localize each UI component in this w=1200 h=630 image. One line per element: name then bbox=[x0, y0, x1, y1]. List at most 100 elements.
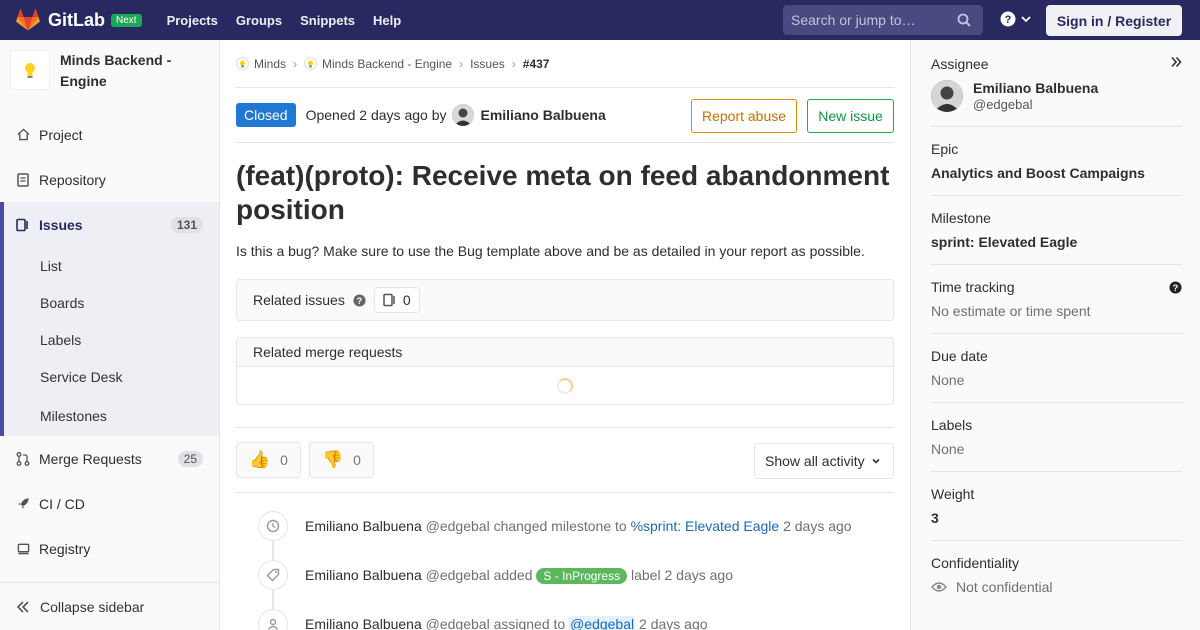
gitlab-logo[interactable]: GitLab Next bbox=[16, 9, 142, 31]
user-mention[interactable]: @edgebal bbox=[569, 615, 636, 630]
time-tracking-value: No estimate or time spent bbox=[931, 303, 1091, 319]
project-header[interactable]: Minds Backend - Engine bbox=[0, 40, 219, 112]
search-input[interactable] bbox=[791, 12, 951, 28]
milestone-value[interactable]: sprint: Elevated Eagle bbox=[931, 234, 1182, 250]
breadcrumb-group[interactable]: Minds bbox=[254, 57, 286, 71]
breadcrumb-issues[interactable]: Issues bbox=[470, 57, 505, 71]
clock-icon bbox=[258, 510, 288, 541]
help-dropdown[interactable]: ? bbox=[1000, 11, 1032, 27]
note-milestone-link[interactable]: %sprint: Elevated Eagle bbox=[631, 518, 780, 534]
assignee-label: Assignee bbox=[931, 56, 989, 72]
author-avatar[interactable] bbox=[452, 104, 475, 126]
assignee-user[interactable]: Emiliano Balbuena @edgebal bbox=[931, 80, 1182, 112]
collapse-sidebar-button[interactable]: Collapse sidebar bbox=[0, 582, 219, 630]
sidebar-item-merge-requests[interactable]: Merge Requests 25 bbox=[0, 436, 219, 481]
confidentiality-value: Not confidential bbox=[956, 579, 1053, 595]
epic-label: Epic bbox=[931, 141, 959, 157]
project-name: Minds Backend - Engine bbox=[60, 52, 172, 89]
note-author[interactable]: Emiliano Balbuena bbox=[305, 518, 422, 534]
opened-text: Opened 2 days ago by bbox=[305, 107, 447, 123]
due-date-value: None bbox=[931, 372, 965, 388]
sidebar-subitem-milestones[interactable]: Milestones bbox=[4, 395, 219, 436]
sidebar-item-label: Repository bbox=[39, 171, 106, 188]
logo-text: GitLab bbox=[48, 9, 105, 30]
breadcrumb-separator: › bbox=[459, 56, 464, 71]
tag-icon bbox=[258, 559, 288, 590]
question-circle-icon[interactable]: ? bbox=[353, 293, 366, 307]
sidebar-subitem-boards[interactable]: Boards bbox=[4, 284, 219, 321]
sidebar-item-label: Registry bbox=[39, 540, 91, 557]
epic-block: Epic Analytics and Boost Campaigns bbox=[931, 127, 1182, 196]
home-icon bbox=[16, 128, 30, 142]
related-mr-body bbox=[237, 367, 893, 404]
sidebar-item-issues[interactable]: Issues 131 bbox=[4, 202, 219, 247]
related-mr-header: Related merge requests bbox=[237, 338, 893, 367]
note-handle[interactable]: @edgebal bbox=[426, 616, 490, 630]
confidentiality-value-row: Not confidential bbox=[931, 579, 1182, 595]
loading-spinner-icon bbox=[557, 377, 573, 394]
milestone-block: Milestone sprint: Elevated Eagle bbox=[931, 196, 1182, 265]
breadcrumb-current[interactable]: #437 bbox=[523, 57, 550, 71]
note-time: 2 days ago bbox=[664, 566, 733, 583]
sidebar-item-repository[interactable]: Repository bbox=[0, 157, 219, 202]
related-issues-label: Related issues bbox=[253, 292, 345, 308]
report-abuse-button[interactable]: Report abuse bbox=[691, 99, 797, 133]
breadcrumb-project[interactable]: Minds Backend - Engine bbox=[322, 57, 452, 71]
question-circle-icon: ? bbox=[1000, 11, 1016, 27]
new-issue-button[interactable]: New issue bbox=[807, 99, 894, 133]
issues-icon bbox=[383, 293, 395, 307]
search-icon bbox=[957, 13, 971, 27]
group-avatar-icon bbox=[236, 57, 249, 70]
note-time: 2 days ago bbox=[639, 615, 708, 630]
epic-value[interactable]: Analytics and Boost Campaigns bbox=[931, 165, 1182, 181]
collapse-sidebar-label: Collapse sidebar bbox=[40, 598, 145, 615]
search-box[interactable] bbox=[783, 5, 983, 35]
note-author[interactable]: Emiliano Balbuena bbox=[305, 567, 422, 583]
label-badge[interactable]: S - InProgress bbox=[536, 567, 628, 584]
container-icon bbox=[16, 542, 30, 556]
activity-filter-label: Show all activity bbox=[765, 453, 865, 469]
sidebar-item-cicd[interactable]: CI / CD bbox=[0, 481, 219, 526]
sidebar-item-registry[interactable]: Registry bbox=[0, 526, 219, 571]
sidebar-item-project[interactable]: Project bbox=[0, 112, 219, 157]
nav-snippets[interactable]: Snippets bbox=[291, 13, 364, 28]
question-circle-icon[interactable]: ? bbox=[1169, 281, 1182, 294]
thumbs-up-button[interactable]: 👍 0 bbox=[236, 442, 301, 478]
thumbs-down-button[interactable]: 👎 0 bbox=[308, 442, 374, 478]
next-badge: Next bbox=[111, 13, 142, 27]
sidebar-item-label: Project bbox=[39, 126, 83, 143]
labels-value: None bbox=[931, 441, 965, 457]
sign-in-button[interactable]: Sign in / Register bbox=[1046, 5, 1182, 36]
mr-count-badge: 25 bbox=[177, 450, 203, 467]
breadcrumb: Minds › Minds Backend - Engine › Issues … bbox=[236, 40, 894, 88]
timeline-note-text: Emiliano Balbuena @edgebal changed miles… bbox=[305, 518, 852, 534]
timeline-note: Emiliano Balbuena @edgebal assigned to @… bbox=[236, 599, 894, 630]
sidebar-subitem-list[interactable]: List bbox=[4, 247, 219, 284]
related-issues-count[interactable]: 0 bbox=[373, 287, 420, 313]
nav-groups[interactable]: Groups bbox=[227, 13, 291, 28]
author-name[interactable]: Emiliano Balbuena bbox=[480, 107, 605, 123]
svg-text:?: ? bbox=[356, 295, 362, 305]
assignee-name: Emiliano Balbuena bbox=[973, 80, 1099, 96]
sidebar-subitem-labels[interactable]: Labels bbox=[4, 321, 219, 358]
gitlab-tanuki-icon bbox=[16, 9, 40, 31]
note-handle[interactable]: @edgebal bbox=[426, 567, 490, 583]
double-chevron-left-icon bbox=[16, 600, 29, 613]
note-handle[interactable]: @edgebal bbox=[426, 518, 490, 534]
breadcrumb-separator: › bbox=[511, 56, 516, 71]
doc-icon bbox=[16, 172, 30, 187]
chevron-down-icon bbox=[872, 458, 880, 464]
sidebar-subitem-service-desk[interactable]: Service Desk bbox=[4, 358, 219, 395]
rocket-icon bbox=[16, 497, 30, 511]
activity-filter-dropdown[interactable]: Show all activity bbox=[754, 443, 894, 479]
nav-projects[interactable]: Projects bbox=[158, 13, 227, 28]
assignee-block: Assignee Emiliano Balbuena @edgebal bbox=[931, 40, 1182, 127]
note-time: 2 days ago bbox=[783, 517, 852, 534]
due-date-block: Due date None bbox=[931, 334, 1182, 403]
double-chevron-right-icon[interactable] bbox=[1170, 56, 1182, 68]
nav-help[interactable]: Help bbox=[364, 13, 410, 28]
confidentiality-block: Confidentiality Not confidential bbox=[931, 541, 1182, 609]
note-author[interactable]: Emiliano Balbuena bbox=[305, 616, 422, 630]
merge-request-icon bbox=[16, 451, 30, 466]
related-issues-count-value: 0 bbox=[402, 292, 411, 308]
